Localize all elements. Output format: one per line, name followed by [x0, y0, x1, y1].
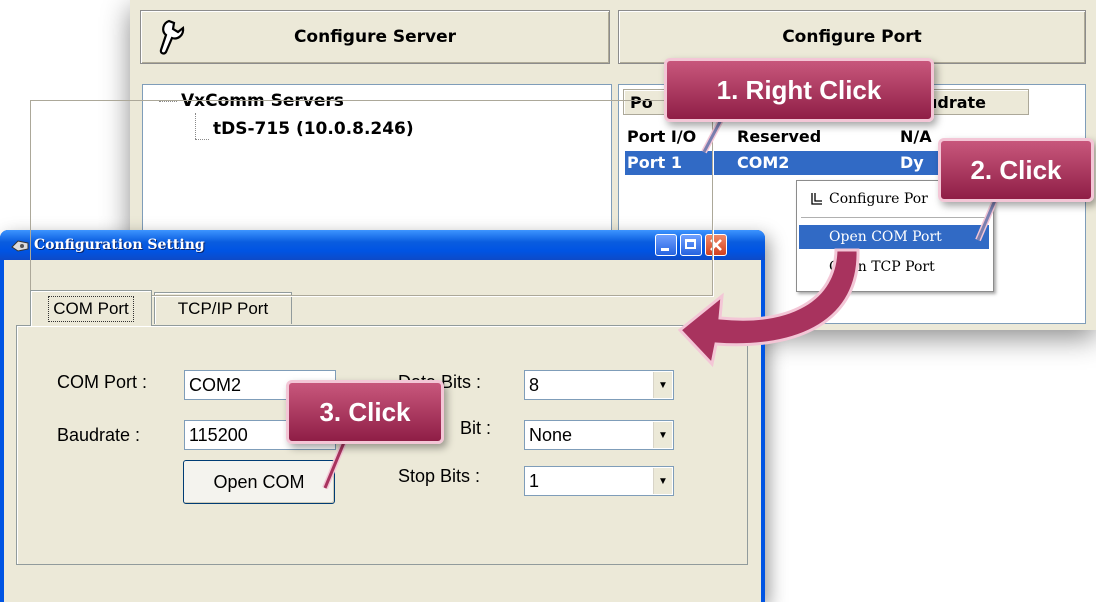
callout-step-3: 3. Click: [286, 380, 444, 444]
chevron-down-icon[interactable]: ▼: [653, 422, 672, 448]
stop-bits-value: 1: [529, 471, 540, 491]
menu-separator: [801, 217, 989, 218]
data-bits-value: 8: [529, 375, 540, 395]
baudrate-value: 115200: [189, 425, 248, 445]
callout-step-1-label: 1. Right Click: [716, 74, 882, 105]
com-port-label: COM Port :: [57, 372, 148, 392]
connector-icon: [11, 240, 29, 252]
configure-port-label: Configure Port: [782, 27, 922, 47]
tab-label: TCP/IP Port: [177, 298, 269, 318]
chevron-down-icon[interactable]: ▼: [653, 372, 672, 398]
menu-item-open-com-port[interactable]: Open COM Port: [799, 225, 989, 249]
configure-server-label: Configure Server: [293, 27, 457, 47]
baudrate-label: Baudrate :: [57, 425, 141, 445]
stop-bits-select[interactable]: 1 ▼: [524, 466, 674, 496]
configure-port-button[interactable]: Configure Port: [618, 10, 1086, 64]
menu-item-label: Open TCP Port: [829, 259, 935, 275]
tab-com-port[interactable]: COM Port: [30, 290, 152, 326]
configure-icon: [811, 193, 822, 205]
configure-server-button[interactable]: Configure Server: [140, 10, 610, 64]
menu-item-label: Configure Por: [829, 191, 928, 207]
com-cell: COM2: [737, 153, 790, 172]
callout-step-2: 2. Click: [938, 138, 1094, 202]
tab-label: COM Port: [48, 295, 134, 322]
menu-item-open-tcp-port[interactable]: Open TCP Port: [799, 255, 989, 279]
callout-step-2-label: 2. Click: [970, 154, 1062, 185]
stop-bits-label: Stop Bits :: [398, 466, 481, 486]
parity-value: None: [529, 425, 573, 445]
column-header-baudrate-label: udrate: [926, 92, 987, 112]
chevron-down-icon[interactable]: ▼: [653, 468, 672, 494]
parity-select[interactable]: None ▼: [524, 420, 674, 450]
baud-cell: N/A: [900, 127, 932, 146]
callout-step-3-label: 3. Click: [319, 396, 411, 427]
com-settings-group: [30, 100, 713, 296]
baud-cell: Dy: [900, 153, 924, 172]
open-com-label: Open COM: [213, 471, 305, 492]
com-port-value: COM2: [189, 375, 242, 395]
com-cell: Reserved: [737, 127, 822, 146]
menu-item-label: Open COM Port: [829, 229, 942, 245]
open-com-button[interactable]: Open COM: [183, 460, 335, 504]
callout-step-1: 1. Right Click: [664, 58, 934, 122]
wrench-icon: [159, 19, 185, 55]
data-bits-select[interactable]: 8 ▼: [524, 370, 674, 400]
tab-tcpip-port[interactable]: TCP/IP Port: [154, 292, 292, 324]
column-header-baudrate[interactable]: udrate: [919, 89, 1029, 115]
parity-label: Bit :: [460, 418, 492, 438]
